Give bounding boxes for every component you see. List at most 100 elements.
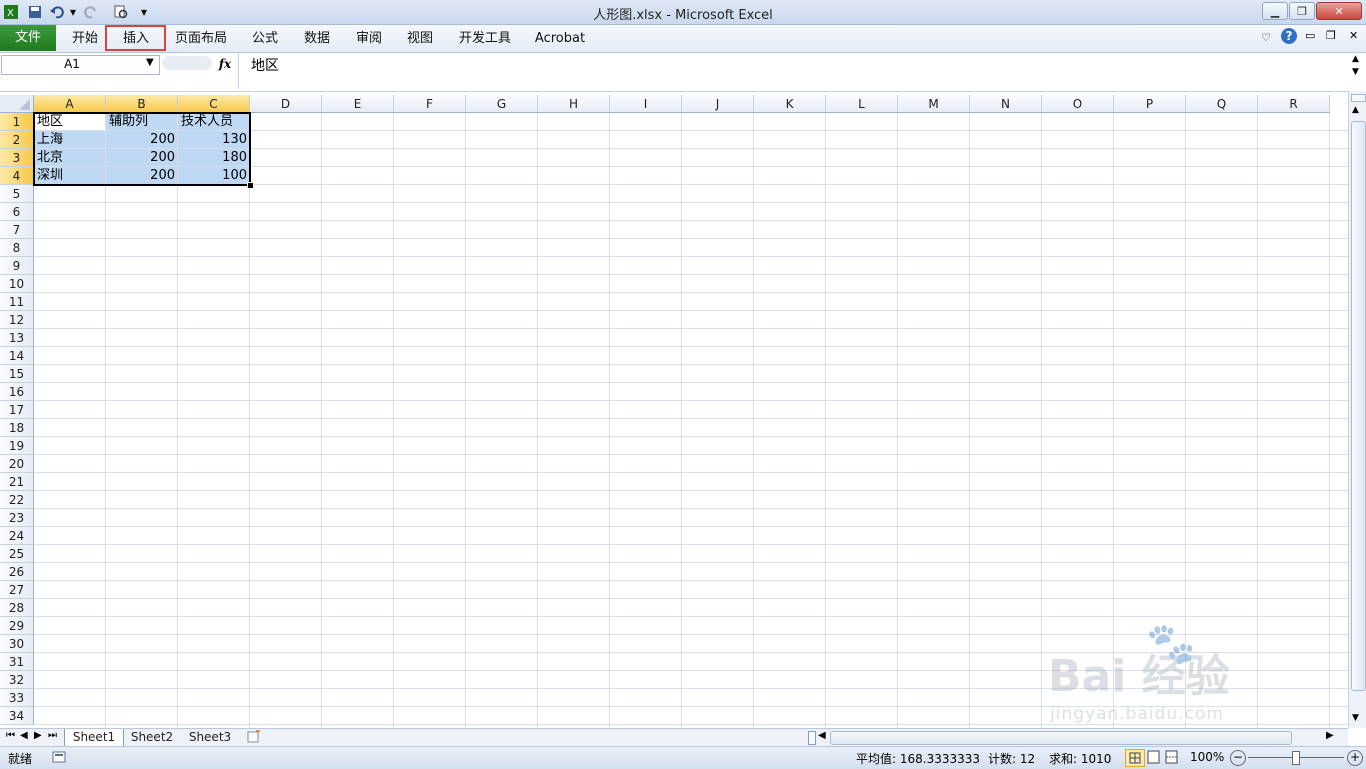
row-header-8[interactable]: 8 bbox=[0, 239, 34, 257]
first-sheet-icon[interactable]: ⏮ bbox=[6, 730, 15, 741]
tab-view[interactable]: 视图 bbox=[401, 29, 439, 49]
row-header-4[interactable]: 4 bbox=[0, 167, 34, 185]
row-header-22[interactable]: 22 bbox=[0, 491, 34, 509]
row-header-27[interactable]: 27 bbox=[0, 581, 34, 599]
vertical-scrollbar[interactable]: ▲ ▼ bbox=[1348, 91, 1366, 728]
workbook-minimize-icon[interactable]: ▭ bbox=[1305, 29, 1315, 42]
formula-collapse-icon[interactable]: ▼ bbox=[1352, 67, 1359, 77]
column-header-j[interactable]: J bbox=[682, 95, 754, 113]
row-header-26[interactable]: 26 bbox=[0, 563, 34, 581]
column-header-l[interactable]: L bbox=[826, 95, 898, 113]
split-box[interactable] bbox=[1351, 94, 1366, 102]
formula-expand-icon[interactable]: ▲ bbox=[1352, 54, 1359, 64]
row-header-32[interactable]: 32 bbox=[0, 671, 34, 689]
vertical-scroll-thumb[interactable] bbox=[1351, 121, 1366, 691]
last-sheet-icon[interactable]: ⏭ bbox=[48, 730, 57, 741]
workbook-restore-icon[interactable]: ❐ bbox=[1326, 29, 1336, 42]
scroll-down-icon[interactable]: ▼ bbox=[1352, 713, 1359, 723]
tab-acrobat[interactable]: Acrobat bbox=[532, 29, 588, 49]
column-header-o[interactable]: O bbox=[1042, 95, 1114, 113]
restore-button[interactable]: ❐ bbox=[1289, 2, 1315, 20]
row-header-30[interactable]: 30 bbox=[0, 635, 34, 653]
column-header-i[interactable]: I bbox=[610, 95, 682, 113]
row-header-18[interactable]: 18 bbox=[0, 419, 34, 437]
row-header-13[interactable]: 13 bbox=[0, 329, 34, 347]
tab-formulas[interactable]: 公式 bbox=[246, 29, 284, 49]
column-header-n[interactable]: N bbox=[970, 95, 1042, 113]
row-header-10[interactable]: 10 bbox=[0, 275, 34, 293]
column-header-b[interactable]: B bbox=[106, 95, 178, 113]
column-header-q[interactable]: Q bbox=[1186, 95, 1258, 113]
row-header-12[interactable]: 12 bbox=[0, 311, 34, 329]
formula-input[interactable]: 地区 bbox=[238, 53, 1349, 89]
column-header-f[interactable]: F bbox=[394, 95, 466, 113]
row-header-14[interactable]: 14 bbox=[0, 347, 34, 365]
minimize-button[interactable]: ▁ bbox=[1262, 2, 1288, 20]
row-header-21[interactable]: 21 bbox=[0, 473, 34, 491]
zoom-slider-thumb[interactable] bbox=[1292, 751, 1300, 765]
select-all-button[interactable] bbox=[0, 95, 34, 113]
ribbon-collapse-icon[interactable]: ♡ bbox=[1261, 31, 1271, 44]
column-header-p[interactable]: P bbox=[1114, 95, 1186, 113]
zoom-out-icon[interactable]: − bbox=[1230, 750, 1246, 766]
page-break-view-icon[interactable] bbox=[1164, 750, 1180, 767]
column-header-h[interactable]: H bbox=[538, 95, 610, 113]
row-header-23[interactable]: 23 bbox=[0, 509, 34, 527]
row-header-33[interactable]: 33 bbox=[0, 689, 34, 707]
column-header-k[interactable]: K bbox=[754, 95, 826, 113]
page-layout-view-icon[interactable] bbox=[1146, 750, 1162, 767]
row-header-29[interactable]: 29 bbox=[0, 617, 34, 635]
sheet-tab-sheet3[interactable]: Sheet3 bbox=[182, 729, 238, 746]
horizontal-scroll-thumb[interactable] bbox=[830, 731, 1292, 745]
row-header-3[interactable]: 3 bbox=[0, 149, 34, 167]
tab-split-handle[interactable] bbox=[808, 731, 816, 745]
scroll-up-icon[interactable]: ▲ bbox=[1352, 105, 1359, 115]
help-icon[interactable]: ? bbox=[1281, 28, 1297, 44]
sheet-tab-sheet1[interactable]: Sheet1 bbox=[64, 729, 124, 747]
workbook-close-icon[interactable]: ✕ bbox=[1349, 29, 1358, 42]
column-header-c[interactable]: C bbox=[178, 95, 250, 113]
row-header-9[interactable]: 9 bbox=[0, 257, 34, 275]
normal-view-icon[interactable] bbox=[1125, 749, 1145, 767]
row-header-5[interactable]: 5 bbox=[0, 185, 34, 203]
name-box[interactable]: A1 ▼ bbox=[1, 55, 160, 75]
tab-developer[interactable]: 开发工具 bbox=[455, 29, 515, 49]
insert-function-icon[interactable]: fx bbox=[214, 54, 236, 74]
scroll-right-icon[interactable]: ▶ bbox=[1326, 730, 1334, 741]
row-header-16[interactable]: 16 bbox=[0, 383, 34, 401]
close-button[interactable]: ✕ bbox=[1316, 2, 1362, 20]
row-header-28[interactable]: 28 bbox=[0, 599, 34, 617]
column-header-d[interactable]: D bbox=[250, 95, 322, 113]
row-header-11[interactable]: 11 bbox=[0, 293, 34, 311]
row-header-19[interactable]: 19 bbox=[0, 437, 34, 455]
row-header-1[interactable]: 1 bbox=[0, 113, 34, 131]
column-header-e[interactable]: E bbox=[322, 95, 394, 113]
prev-sheet-icon[interactable]: ◀ bbox=[20, 730, 28, 741]
row-header-25[interactable]: 25 bbox=[0, 545, 34, 563]
row-header-2[interactable]: 2 bbox=[0, 131, 34, 149]
macro-record-icon[interactable] bbox=[52, 750, 66, 767]
sheet-tab-sheet2[interactable]: Sheet2 bbox=[124, 729, 180, 746]
row-header-31[interactable]: 31 bbox=[0, 653, 34, 671]
column-header-m[interactable]: M bbox=[898, 95, 970, 113]
column-header-g[interactable]: G bbox=[466, 95, 538, 113]
tab-file[interactable]: 文件 bbox=[0, 25, 56, 51]
next-sheet-icon[interactable]: ▶ bbox=[34, 730, 42, 741]
formula-bar-splitter[interactable] bbox=[162, 56, 212, 70]
tab-page-layout[interactable]: 页面布局 bbox=[172, 29, 230, 49]
tab-review[interactable]: 审阅 bbox=[350, 29, 388, 49]
fill-handle[interactable] bbox=[247, 182, 254, 189]
row-header-24[interactable]: 24 bbox=[0, 527, 34, 545]
row-header-17[interactable]: 17 bbox=[0, 401, 34, 419]
row-header-7[interactable]: 7 bbox=[0, 221, 34, 239]
column-header-a[interactable]: A bbox=[34, 95, 106, 113]
scroll-left-icon[interactable]: ◀ bbox=[818, 730, 826, 741]
zoom-level[interactable]: 100% bbox=[1190, 750, 1224, 764]
tab-home[interactable]: 开始 bbox=[66, 29, 104, 49]
row-header-20[interactable]: 20 bbox=[0, 455, 34, 473]
row-header-15[interactable]: 15 bbox=[0, 365, 34, 383]
row-header-6[interactable]: 6 bbox=[0, 203, 34, 221]
insert-sheet-icon[interactable] bbox=[246, 729, 262, 747]
zoom-in-icon[interactable]: + bbox=[1347, 750, 1363, 766]
row-header-34[interactable]: 34 bbox=[0, 707, 34, 725]
